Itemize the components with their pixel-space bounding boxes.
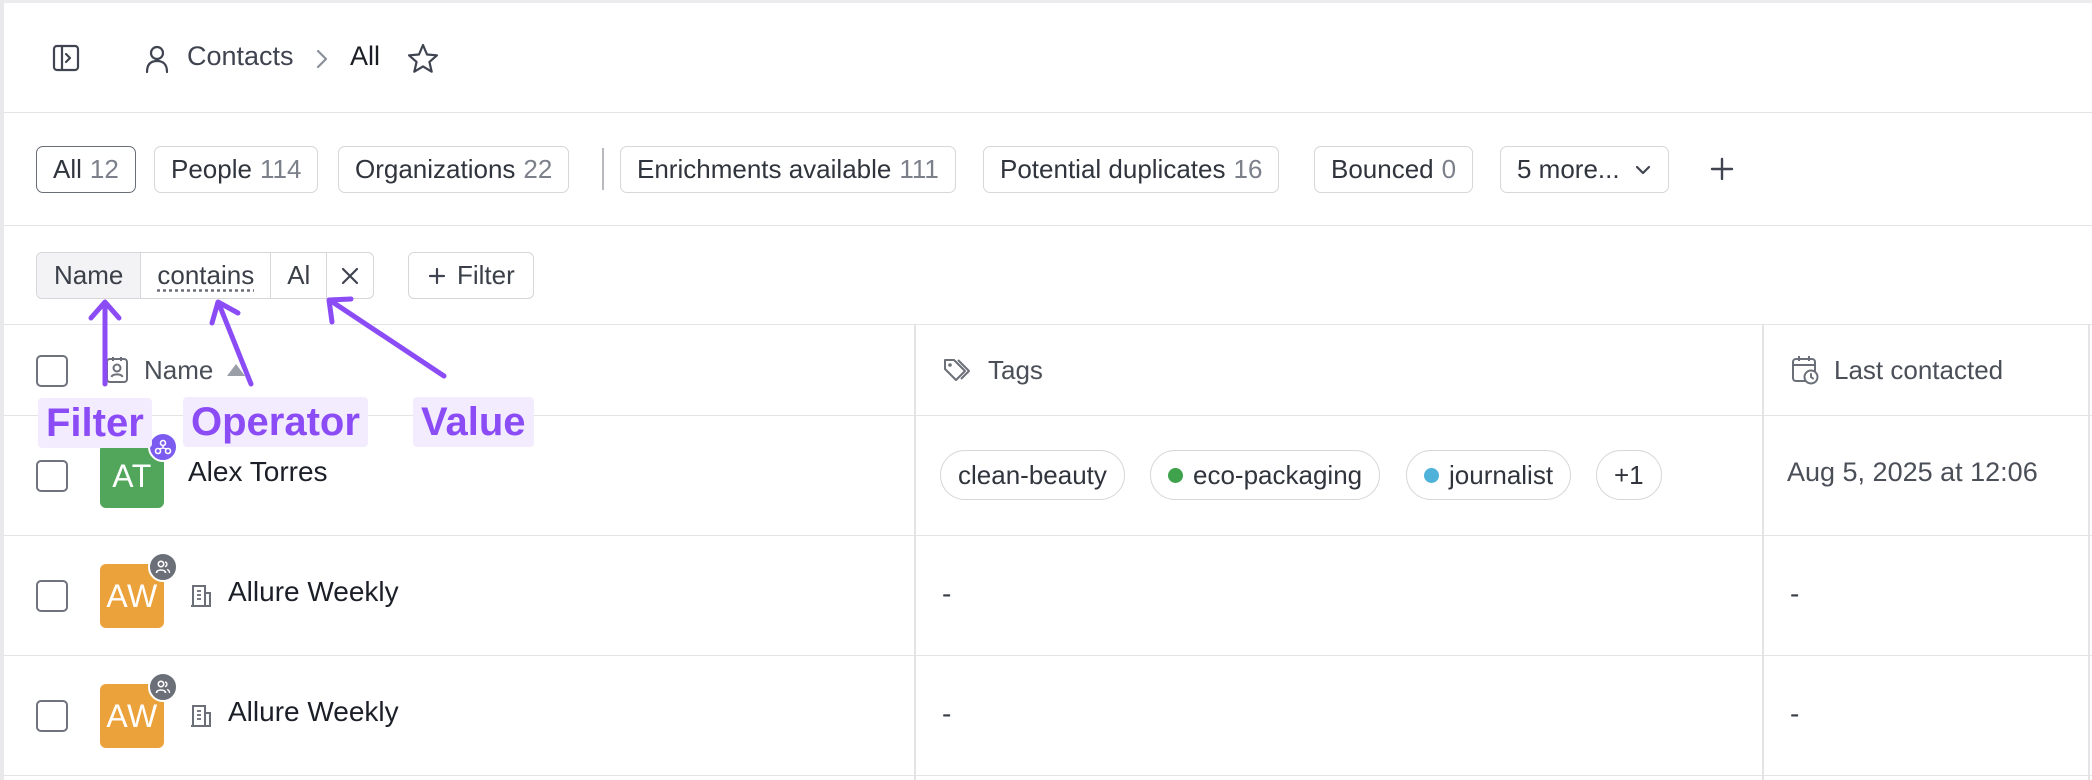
person-icon	[143, 44, 171, 74]
filter-bar: Name contains Al Filter	[4, 226, 2092, 325]
filter-value[interactable]: Al	[271, 253, 328, 298]
network-badge-icon	[148, 432, 178, 462]
last-contacted-value: Aug 5, 2025 at 12:06	[1787, 457, 2038, 487]
contact-name[interactable]: Allure Weekly	[228, 696, 399, 728]
calendar-clock-icon	[1792, 356, 1819, 385]
row-checkbox[interactable]	[36, 580, 68, 612]
segment-count: 111	[899, 154, 939, 184]
tag-color-dot	[1168, 467, 1183, 483]
segment-count: 22	[523, 154, 553, 184]
column-divider	[914, 325, 916, 780]
sort-ascending-icon	[227, 364, 246, 376]
segment-count: 12	[89, 154, 119, 184]
filter-chip: Name contains Al	[36, 252, 375, 299]
tag-label: +1	[1614, 459, 1644, 490]
column-header-label: Name	[144, 354, 214, 385]
contact-name[interactable]: Allure Weekly	[228, 576, 399, 608]
remove-filter-button[interactable]	[327, 253, 373, 298]
column-header-name[interactable]: Name	[104, 347, 246, 393]
tag-label: journalist	[1449, 459, 1554, 490]
building-icon	[188, 582, 214, 610]
more-tags-chip[interactable]: +1	[1596, 450, 1662, 500]
segment-count: 16	[1233, 154, 1263, 184]
tag-icon	[944, 359, 970, 381]
segment-label: Enrichments available	[637, 154, 892, 184]
segment-label: All	[53, 154, 82, 184]
segment-enrichments-available[interactable]: Enrichments available 111	[620, 146, 956, 193]
annotation-value-label: Value	[413, 397, 534, 447]
tag-label: eco-packaging	[1193, 459, 1363, 490]
add-filter-button[interactable]: Filter	[408, 252, 534, 299]
segment-potential-duplicates[interactable]: Potential duplicates 16	[983, 146, 1280, 193]
annotation-operator-label: Operator	[183, 397, 368, 447]
add-segment-icon[interactable]	[1704, 151, 1740, 187]
column-header-label: Last contacted	[1834, 354, 2004, 385]
segment-bounced[interactable]: Bounced 0	[1314, 146, 1474, 193]
breadcrumb-contacts[interactable]: Contacts	[187, 41, 294, 72]
people-badge-icon	[148, 552, 178, 582]
building-icon	[188, 702, 214, 730]
segment-count: 0	[1441, 154, 1457, 184]
select-all-checkbox[interactable]	[36, 355, 68, 387]
segment-label: Organizations	[355, 154, 516, 184]
column-header-last-contacted[interactable]: Last contacted	[1790, 347, 2003, 393]
sidebar-toggle-icon[interactable]	[51, 43, 81, 73]
page-header: Contacts All	[4, 0, 2092, 113]
last-contacted-value: -	[1790, 578, 1800, 609]
more-segments-dropdown[interactable]: 5 more...	[1500, 146, 1669, 193]
column-divider	[1762, 325, 1764, 780]
segment-organizations[interactable]: Organizations 22	[338, 146, 570, 193]
tag-chip[interactable]: journalist	[1406, 450, 1572, 500]
contact-name[interactable]: Alex Torres	[188, 456, 328, 488]
tags-empty-value: -	[942, 698, 952, 729]
segment-all[interactable]: All 12	[36, 146, 136, 193]
column-header-tags[interactable]: Tags	[942, 347, 1043, 393]
table-row[interactable]: AW Allure Weekly - -	[4, 656, 2092, 776]
star-icon[interactable]	[406, 42, 440, 76]
add-filter-label: Filter	[457, 260, 515, 290]
annotation-filter-label: Filter	[38, 398, 152, 448]
last-contacted-value: -	[1790, 698, 1800, 729]
tags-empty-value: -	[942, 578, 952, 609]
segment-label: Potential duplicates	[1000, 154, 1226, 184]
table-row[interactable]: AW Allure Weekly - -	[4, 536, 2092, 656]
close-icon	[342, 267, 359, 284]
chevron-down-icon	[1635, 165, 1650, 174]
segment-divider	[602, 148, 604, 190]
segments-bar: All 12 People 114 Organizations 22 Enrichme…	[4, 113, 2092, 226]
row-checkbox[interactable]	[36, 460, 68, 492]
segment-label: Bounced	[1331, 154, 1434, 184]
filter-operator[interactable]: contains	[141, 253, 272, 298]
filter-field[interactable]: Name	[37, 253, 142, 298]
people-badge-icon	[148, 672, 178, 702]
column-divider	[2088, 325, 2090, 780]
tag-chip[interactable]: eco-packaging	[1150, 450, 1381, 500]
column-header-label: Tags	[988, 354, 1043, 385]
segment-label: People	[171, 154, 252, 184]
contact-card-icon	[106, 357, 128, 383]
plus-icon	[428, 267, 446, 284]
row-checkbox[interactable]	[36, 700, 68, 732]
chevron-right-icon	[312, 47, 332, 71]
tag-label: clean-beauty	[958, 459, 1107, 490]
segment-count: 114	[259, 154, 302, 184]
more-segments-label: 5 more...	[1517, 154, 1620, 184]
tag-chip[interactable]: clean-beauty	[940, 450, 1125, 500]
tag-color-dot	[1424, 467, 1439, 483]
breadcrumb-current: All	[350, 41, 381, 71]
segment-people[interactable]: People 114	[154, 146, 319, 193]
